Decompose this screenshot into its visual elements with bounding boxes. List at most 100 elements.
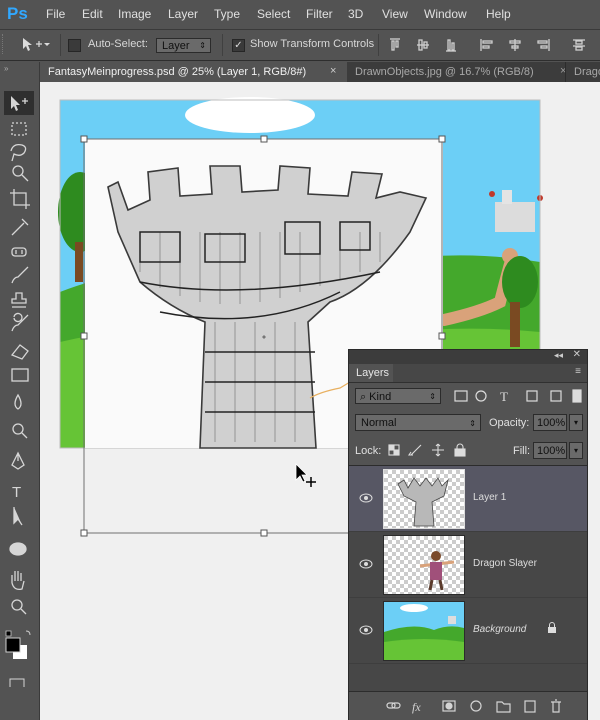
opacity-dropdown-icon[interactable]: ▾ bbox=[569, 414, 583, 431]
menu-window[interactable]: Window bbox=[424, 7, 467, 21]
visibility-eye-icon[interactable] bbox=[359, 625, 373, 635]
filter-smartobject-icon bbox=[550, 390, 562, 402]
blend-mode-dropdown[interactable]: Normal ⇕ bbox=[355, 414, 481, 431]
pen-tool-icon bbox=[11, 451, 25, 470]
fill-input[interactable]: 100% bbox=[533, 442, 567, 459]
gradient-tool-icon bbox=[11, 368, 29, 382]
visibility-eye-icon[interactable] bbox=[359, 559, 373, 569]
layer-thumbnail-tower bbox=[383, 469, 465, 529]
healing-tool-icon bbox=[11, 247, 27, 257]
tab-close-icon[interactable]: × bbox=[330, 65, 336, 77]
collapse-panel-icon[interactable]: ◂◂ bbox=[554, 350, 563, 361]
align-top-icon bbox=[390, 38, 400, 51]
opacity-label: Opacity: bbox=[489, 417, 530, 429]
menu-view[interactable]: View bbox=[382, 7, 408, 21]
filter-type-icon: T bbox=[500, 389, 508, 404]
auto-select-checkbox[interactable] bbox=[68, 39, 81, 52]
menu-edit[interactable]: Edit bbox=[82, 7, 103, 21]
lock-buttons bbox=[388, 443, 466, 457]
filter-kind-dropdown[interactable]: ⌕ Kind ⇕ bbox=[355, 388, 441, 404]
align-left-icon bbox=[480, 39, 493, 51]
distribute-top-icon bbox=[573, 39, 585, 51]
panel-header-strip: ◂◂ ✕ bbox=[349, 349, 587, 364]
layer-name[interactable]: Background bbox=[473, 624, 526, 635]
menu-bar: Ps File Edit Image Layer Type Select Fil… bbox=[0, 0, 600, 30]
tools-panel: » T bbox=[0, 62, 40, 720]
menu-type[interactable]: Type bbox=[214, 7, 240, 21]
layer-filter-buttons: T bbox=[454, 389, 582, 404]
layer-action-buttons: fx bbox=[386, 699, 561, 714]
layer-list: Layer 1 Dragon Slayer Background bbox=[349, 465, 587, 692]
filter-kind-value: Kind bbox=[369, 391, 392, 403]
zoom-tool-icon bbox=[11, 599, 27, 615]
lock-transparent-icon bbox=[388, 444, 400, 456]
brush-tool-icon bbox=[11, 266, 29, 284]
tab-drago[interactable]: Drago bbox=[565, 62, 600, 82]
show-transform-label: Show Transform Controls bbox=[250, 38, 375, 50]
new-layer-icon bbox=[524, 700, 536, 713]
path-select-tool-icon bbox=[13, 507, 23, 526]
menu-filter[interactable]: Filter bbox=[306, 7, 333, 21]
search-icon: ⌕ bbox=[360, 391, 367, 403]
quick-select-tool-icon bbox=[12, 165, 29, 182]
tool-icons: T bbox=[4, 91, 34, 687]
fill-label: Fill: bbox=[513, 445, 531, 457]
layer-row-background[interactable]: Background bbox=[349, 598, 587, 664]
layer-name[interactable]: Layer 1 bbox=[473, 492, 506, 503]
color-swatches bbox=[5, 630, 31, 659]
filter-toggle-icon bbox=[572, 389, 582, 403]
type-tool-icon: T bbox=[12, 484, 21, 501]
align-right-icon bbox=[537, 39, 550, 51]
lock-position-icon bbox=[432, 443, 444, 457]
quick-mask-icon bbox=[9, 678, 25, 687]
layer-row-dragon-slayer[interactable]: Dragon Slayer bbox=[349, 532, 587, 598]
lock-image-icon bbox=[407, 444, 422, 456]
eyedropper-tool-icon bbox=[11, 218, 29, 236]
blend-mode-value: Normal bbox=[361, 417, 397, 429]
tab-label: FantasyMeinprogress.psd @ 25% (Layer 1, … bbox=[48, 66, 307, 78]
menu-layer[interactable]: Layer bbox=[168, 7, 198, 21]
panel-footer: fx bbox=[349, 691, 587, 720]
layer-name[interactable]: Dragon Slayer bbox=[473, 558, 537, 569]
lock-label: Lock: bbox=[355, 445, 382, 457]
layer-row-layer1[interactable]: Layer 1 bbox=[349, 466, 587, 532]
delete-layer-icon bbox=[551, 699, 561, 713]
options-bar: Auto-Select: Layer ⇕ ✓ Show Transform Co… bbox=[0, 30, 600, 61]
align-bottom-icon bbox=[446, 39, 456, 52]
align-buttons-group bbox=[390, 38, 585, 52]
auto-select-label: Auto-Select: bbox=[88, 38, 148, 50]
opacity-input[interactable]: 100% bbox=[533, 414, 567, 431]
eraser-tool-icon bbox=[10, 344, 29, 360]
panel-menu-icon[interactable]: ≡ bbox=[575, 366, 581, 377]
menu-select[interactable]: Select bbox=[257, 7, 290, 21]
lasso-tool-icon bbox=[10, 143, 27, 162]
align-vcenter-icon bbox=[417, 39, 429, 51]
tab-layers[interactable]: Layers bbox=[349, 364, 393, 382]
lock-icon bbox=[548, 622, 556, 633]
tab-label: DrawnObjects.jpg @ 16.7% (RGB/8) bbox=[355, 66, 534, 78]
tab-drawnobjects[interactable]: DrawnObjects.jpg @ 16.7% (RGB/8) bbox=[347, 62, 565, 82]
align-hcenter-icon bbox=[509, 39, 521, 51]
fill-dropdown-icon[interactable]: ▾ bbox=[569, 442, 583, 459]
visibility-eye-icon[interactable] bbox=[359, 493, 373, 503]
tab-fantasy[interactable]: FantasyMeinprogress.psd @ 25% (Layer 1, … bbox=[40, 62, 347, 82]
move-tool-selected-bg bbox=[4, 91, 34, 115]
menu-3d[interactable]: 3D bbox=[348, 7, 363, 21]
filter-shape-icon bbox=[526, 390, 538, 402]
menu-image[interactable]: Image bbox=[118, 7, 151, 21]
panel-tabbar: Layers ≡ bbox=[349, 364, 587, 383]
history-brush-tool-icon bbox=[11, 312, 29, 332]
auto-select-target-dropdown[interactable]: Layer ⇕ bbox=[156, 38, 211, 53]
layer-thumbnail-dragon-slayer bbox=[383, 535, 465, 595]
close-panel-icon[interactable]: ✕ bbox=[573, 349, 581, 360]
menu-help[interactable]: Help bbox=[486, 7, 511, 21]
layers-panel: ◂◂ ✕ Layers ≡ ⌕ Kind ⇕ T Normal ⇕ Opacity… bbox=[348, 349, 588, 720]
menu-file[interactable]: File bbox=[46, 7, 65, 21]
hand-tool-icon bbox=[11, 571, 25, 591]
dropdown-arrows-icon: ⇕ bbox=[469, 419, 476, 428]
dodge-tool-icon bbox=[12, 423, 28, 439]
move-tool-preset-icon[interactable] bbox=[22, 37, 50, 53]
show-transform-checkbox[interactable]: ✓ bbox=[232, 39, 245, 52]
blur-tool-icon bbox=[14, 393, 22, 410]
panel-collapse-icon[interactable]: » bbox=[4, 64, 8, 73]
